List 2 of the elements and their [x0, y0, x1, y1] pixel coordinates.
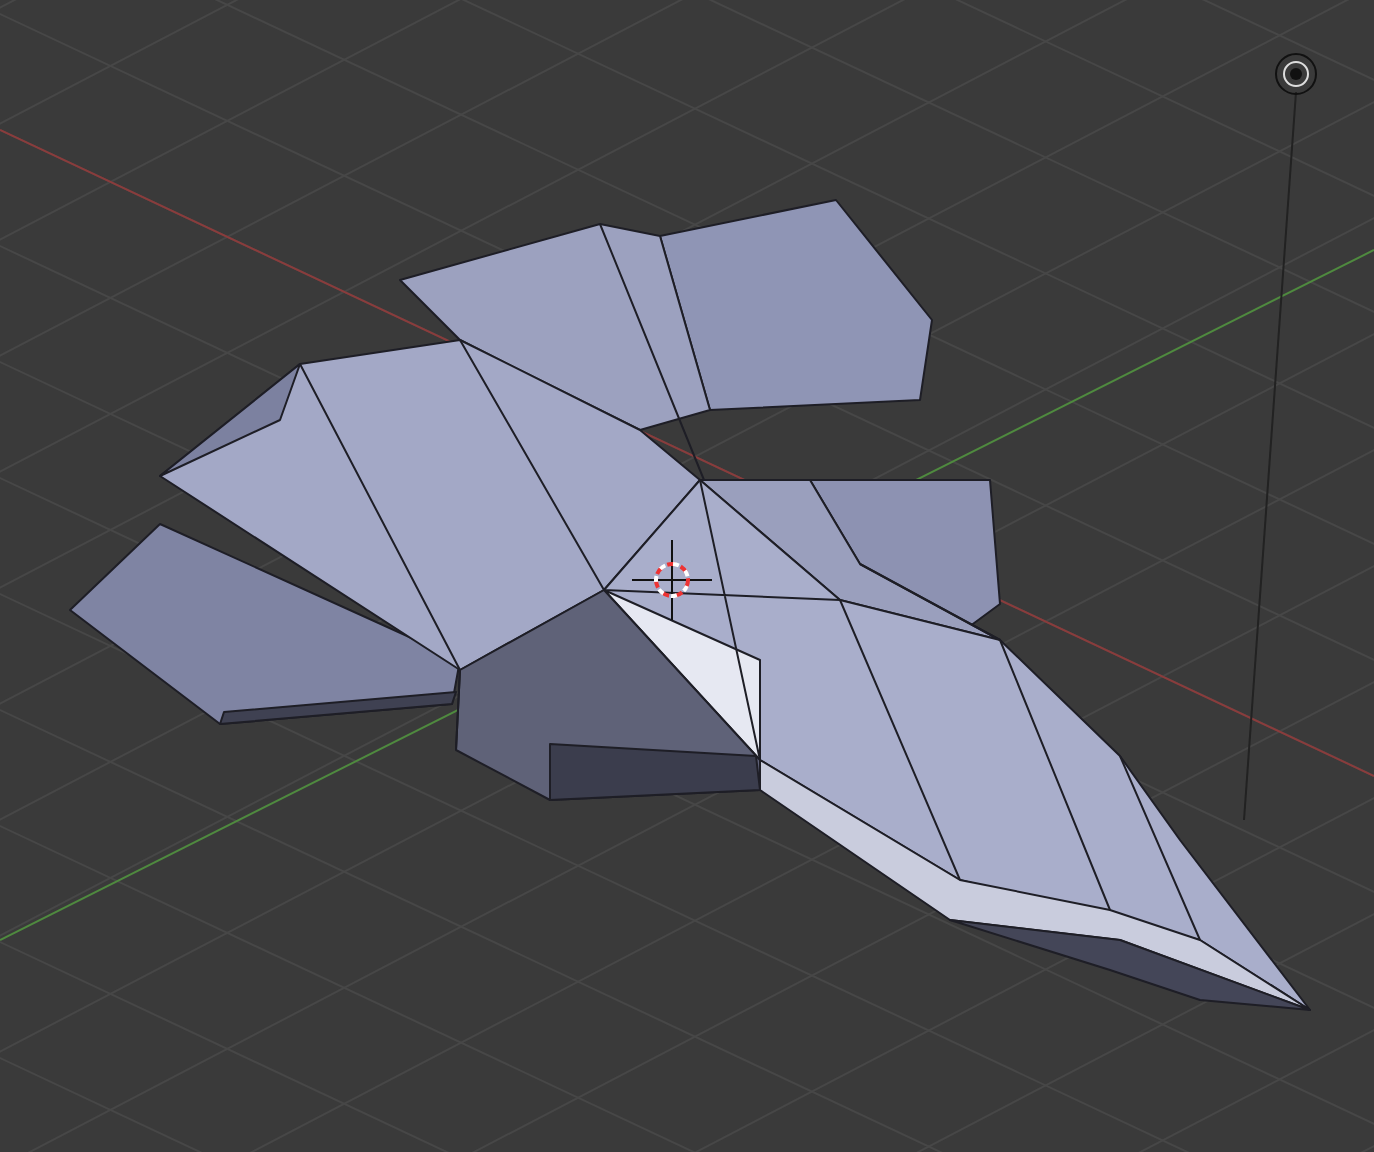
lamp-icon [1243, 53, 1317, 821]
3d-cursor-icon [631, 539, 713, 621]
